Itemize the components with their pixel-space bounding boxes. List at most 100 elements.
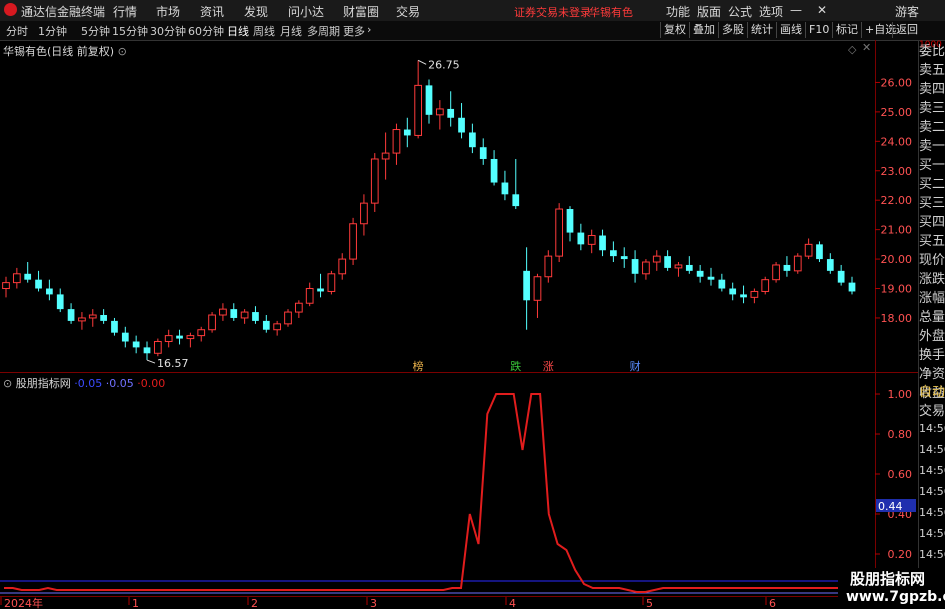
candle-body-down <box>67 309 75 321</box>
quote-row-label: 卖四 <box>919 82 945 97</box>
candle-body-down <box>262 320 270 330</box>
kline-chart[interactable]: 26.0025.0024.0023.0022.0021.0020.0019.00… <box>0 0 945 609</box>
main-title-text: 华锡有色(日线 前复权) <box>3 45 115 58</box>
indicator-tick-label: 0.60 <box>888 468 913 481</box>
candle-body-up <box>208 314 216 331</box>
candle-body-up <box>186 335 195 340</box>
indicator-tick-label: 0.20 <box>888 548 913 561</box>
event-marker: 财 <box>630 359 641 373</box>
candle-body-down <box>783 264 791 271</box>
candle-body-up <box>284 311 292 325</box>
candle-body-up <box>78 317 86 322</box>
candle-body-down <box>523 270 530 301</box>
high-label: 26.75 <box>428 58 460 71</box>
quote-row-label: 涨跌 <box>919 272 945 287</box>
candle-body-down <box>620 256 628 260</box>
candle-body-up <box>349 223 357 260</box>
quote-row-label: 卖五 <box>919 63 945 78</box>
settings-icon[interactable]: ⊙ <box>118 45 127 58</box>
watermark: 股朋指标网 www.7gpzb.com <box>838 568 945 609</box>
candle-body-down <box>566 209 574 233</box>
quote-row-label: 总量 <box>919 310 945 325</box>
candle-body-down <box>610 250 617 257</box>
watermark-line2: www.7gpzb.com <box>846 589 945 605</box>
candle-body-up <box>793 255 802 272</box>
candle-body-up <box>804 243 813 257</box>
candle-body-down <box>132 341 140 348</box>
candle-body-down <box>685 264 693 271</box>
candle-body-up <box>392 129 401 154</box>
candle-body-down <box>403 129 411 136</box>
candle-body-down <box>826 259 834 271</box>
price-axis: 26.00 25.00 24.00 23.00 22.00 21.00 20.00 19.00… <box>875 76 912 325</box>
candle-body-up <box>12 273 21 284</box>
candle-body-up <box>305 288 314 304</box>
price-tick-label: 19.00 <box>881 283 913 296</box>
candle-body-up <box>273 323 282 331</box>
candle-body-down <box>447 108 455 118</box>
price-tick-label: 25.00 <box>881 106 913 119</box>
indicator-v2: 0.05 <box>109 377 134 390</box>
candle-body-up <box>555 208 564 257</box>
candle-body-down <box>512 194 520 207</box>
date-axis: 2024年 1 2 3 4 5 6 <box>0 596 776 609</box>
candle-body-up <box>153 341 162 354</box>
low-label: 16.57 <box>157 357 189 370</box>
candle-body-up <box>761 279 770 292</box>
candle-body-up <box>88 314 97 319</box>
auto-trade-toggle[interactable]: 自动 <box>919 383 945 402</box>
candle-body-down <box>490 158 498 183</box>
candle-body-up <box>360 202 368 225</box>
candles: 26.75 16.57 <box>2 58 856 370</box>
quote-row-label: 买三 <box>919 196 945 211</box>
price-tick-label: 21.00 <box>881 224 913 237</box>
candle-body-down <box>35 279 42 289</box>
candle-body-up <box>219 308 227 316</box>
candle-body-up <box>674 264 683 269</box>
current-value-label: 0.44 <box>878 500 903 513</box>
trade-label[interactable]: 交易 <box>919 402 945 421</box>
tick-time: 14:56 <box>919 443 945 456</box>
candle-body-down <box>425 85 433 115</box>
quote-row-label: 买二 <box>919 177 945 192</box>
candle-body-down <box>100 315 107 321</box>
close-panel-icon[interactable]: ✕ <box>862 41 871 54</box>
event-marker: 涨 <box>543 360 554 373</box>
date-label: 2024年 <box>4 596 43 609</box>
quote-row-label: 现价 <box>919 253 945 268</box>
indicator-lines <box>0 393 875 594</box>
tick-time: 14:56 <box>919 506 945 519</box>
quote-row-label: 涨幅 <box>919 291 945 306</box>
quote-row-label: 净资 <box>919 367 945 382</box>
candle-body-up <box>533 276 542 301</box>
tick-time: 14:56 <box>919 485 945 498</box>
candle-body-down <box>707 276 715 280</box>
date-label: 6 <box>769 597 776 609</box>
candle-body-down <box>816 244 823 260</box>
candle-body-up <box>294 302 303 313</box>
indicator-settings-icon[interactable]: ⊙ <box>3 377 12 390</box>
candle-body-up <box>544 255 553 278</box>
candle-body-up <box>2 282 10 290</box>
candle-body-down <box>696 270 704 277</box>
tick-time: 14:56 <box>919 548 945 561</box>
candle-body-down <box>317 288 324 292</box>
indicator-axis: 1.000.800.600.400.200.44 <box>875 388 916 561</box>
indicator-tick-label: 0.80 <box>888 428 913 441</box>
indicator-main-line <box>4 393 874 593</box>
candle-body-down <box>46 288 53 295</box>
candle-body-up <box>197 329 206 337</box>
date-label: 1 <box>132 597 139 609</box>
diamond-icon[interactable]: ◇ <box>848 43 856 56</box>
candle-body-down <box>111 320 118 333</box>
price-tick-label: 18.00 <box>881 312 913 325</box>
candle-body-down <box>176 335 183 339</box>
price-tick-label: 22.00 <box>881 194 913 207</box>
candle-body-up <box>772 264 780 281</box>
quote-row-label: 买一 <box>919 158 945 173</box>
quote-row-label: 卖三 <box>919 101 945 116</box>
quote-row-label: 买四 <box>919 215 945 230</box>
candle-body-down <box>718 279 726 289</box>
tick-time: 14:56 <box>919 464 945 477</box>
candle-body-down <box>631 259 639 274</box>
